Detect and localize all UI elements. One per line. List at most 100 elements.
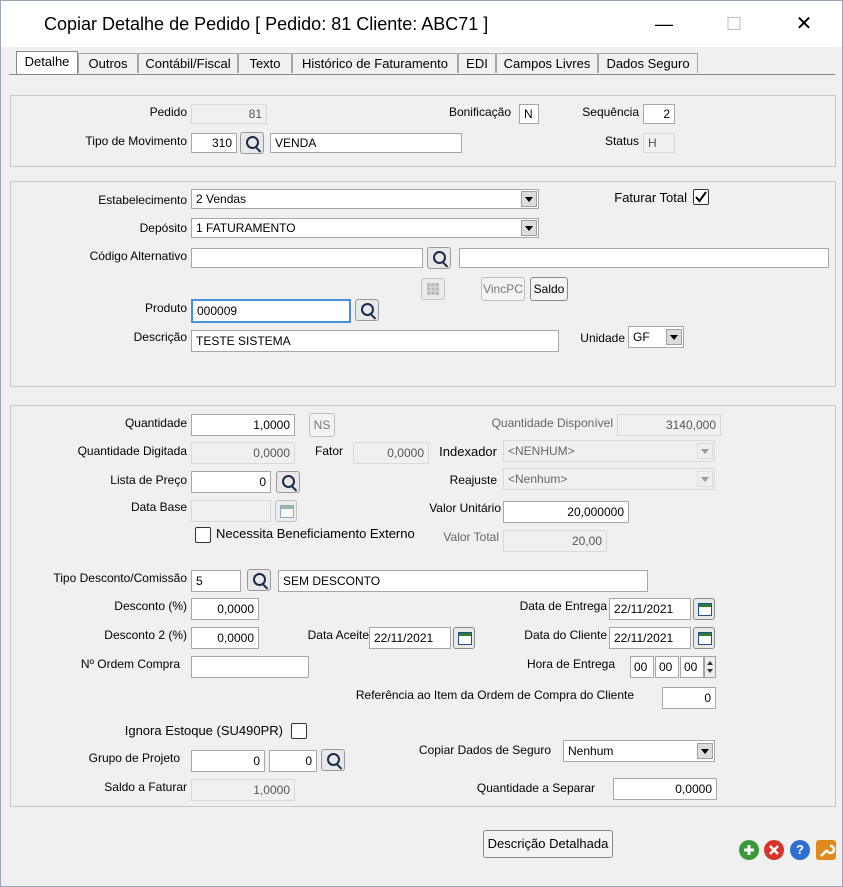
codigo-alternativo-search-button[interactable]: [427, 247, 451, 269]
grupo-projeto-input-1[interactable]: 0: [191, 750, 265, 772]
confirm-button[interactable]: [739, 840, 759, 860]
close-button[interactable]: ✕: [781, 9, 827, 39]
chevron-down-icon: [697, 743, 713, 759]
fator-field: 0,0000: [353, 442, 429, 464]
title-bar: Copiar Detalhe de Pedido [ Pedido: 81 Cl…: [1, 1, 842, 47]
fator-label: Fator: [314, 444, 343, 458]
tab-texto[interactable]: Texto: [238, 53, 292, 73]
minimize-button[interactable]: —: [641, 9, 687, 39]
cancel-button[interactable]: [764, 840, 784, 860]
hora-entrega-hour-input[interactable]: 00: [630, 656, 654, 678]
data-cliente-input[interactable]: 22/11/2021: [609, 627, 691, 649]
tab-edi[interactable]: EDI: [458, 53, 496, 73]
produto-input[interactable]: 000009: [191, 299, 351, 323]
hora-entrega-second-input[interactable]: 00: [680, 656, 704, 678]
search-icon: [282, 475, 295, 488]
grupo-projeto-input-2[interactable]: 0: [269, 750, 317, 772]
descricao-detalhada-button[interactable]: Descrição Detalhada: [483, 830, 613, 858]
quantidade-digitada-label: Quantidade Digitada: [77, 444, 187, 458]
referencia-item-input[interactable]: 0: [662, 687, 716, 709]
data-aceite-input[interactable]: 22/11/2021: [369, 627, 451, 649]
faturar-total-label: Faturar Total: [614, 190, 687, 205]
maximize-button[interactable]: ☐: [711, 9, 757, 39]
quantidade-separar-input[interactable]: 0,0000: [613, 778, 717, 800]
cancel-icon: [769, 845, 779, 855]
deposito-select[interactable]: 1 FATURAMENTO: [191, 218, 539, 238]
tab-campos-livres[interactable]: Campos Livres: [496, 53, 598, 73]
lista-preco-input[interactable]: 0: [191, 471, 271, 493]
desconto2-input[interactable]: 0,0000: [191, 627, 259, 649]
valor-total-label: Valor Total: [443, 530, 499, 544]
bonificacao-input[interactable]: N: [519, 104, 539, 124]
dialog-window: Copiar Detalhe de Pedido [ Pedido: 81 Cl…: [0, 0, 843, 887]
ignora-estoque-label: Ignora Estoque (SU490PR): [124, 723, 283, 738]
sequencia-input[interactable]: 2: [643, 104, 675, 124]
quantidade-disponivel-field: 3140,000: [617, 414, 721, 436]
pedido-field: 81: [191, 104, 267, 124]
table-icon: [427, 283, 439, 295]
unidade-select[interactable]: GF: [628, 326, 684, 348]
tools-button[interactable]: [816, 840, 836, 860]
help-icon: ?: [796, 842, 804, 857]
tab-divider: [9, 74, 835, 75]
data-entrega-calendar-button[interactable]: [693, 598, 715, 620]
saldo-button[interactable]: Saldo: [530, 277, 568, 301]
tab-detalhe[interactable]: Detalhe: [16, 51, 78, 75]
reajuste-select[interactable]: <Nenhum>: [503, 468, 715, 490]
copiar-dados-seguro-select[interactable]: Nenhum: [563, 740, 715, 762]
ordem-compra-input[interactable]: [191, 656, 309, 678]
beneficiamento-externo-label: Necessita Beneficiamento Externo: [216, 526, 415, 541]
valor-unitario-input[interactable]: 20,000000: [503, 501, 629, 523]
data-entrega-input[interactable]: 22/11/2021: [609, 598, 691, 620]
tab-dados-seguro[interactable]: Dados Seguro: [598, 53, 698, 73]
search-icon: [253, 573, 266, 586]
descricao-input[interactable]: TESTE SISTEMA: [191, 330, 559, 352]
status-field: H: [643, 133, 675, 153]
referencia-item-label: Referência ao Item da Ordem de Compra do…: [355, 688, 634, 702]
search-icon: [361, 303, 374, 316]
tab-contabil-fiscal[interactable]: Contábil/Fiscal: [138, 53, 238, 73]
estabelecimento-select[interactable]: 2 Vendas: [191, 189, 539, 209]
tipo-desconto-search-button[interactable]: [247, 569, 271, 591]
produto-search-button[interactable]: [355, 299, 379, 321]
ns-button[interactable]: NS: [309, 413, 335, 437]
quantidade-input[interactable]: 1,0000: [191, 414, 295, 436]
grid-button[interactable]: [421, 278, 445, 300]
tipo-movimento-code-input[interactable]: 310: [191, 133, 237, 153]
data-cliente-calendar-button[interactable]: [693, 627, 715, 649]
spinner-arrows-icon: [707, 661, 713, 673]
grupo-projeto-search-button[interactable]: [321, 749, 345, 771]
chevron-down-icon: [521, 220, 537, 236]
hora-entrega-spinner[interactable]: [704, 656, 716, 678]
search-icon: [433, 251, 446, 264]
tipo-movimento-search-button[interactable]: [240, 132, 264, 154]
vincpc-button[interactable]: VincPC: [481, 277, 525, 301]
lista-preco-search-button[interactable]: [276, 471, 300, 493]
hora-entrega-minute-input[interactable]: 00: [655, 656, 679, 678]
tipo-movimento-desc-field[interactable]: VENDA: [270, 133, 462, 153]
beneficiamento-externo-checkbox[interactable]: [195, 527, 211, 543]
estabelecimento-label: Estabelecimento: [98, 193, 187, 207]
tab-outros[interactable]: Outros: [78, 53, 138, 73]
tipo-desconto-desc-field[interactable]: SEM DESCONTO: [278, 570, 648, 592]
codigo-alternativo-desc-field[interactable]: [459, 248, 829, 268]
saldo-faturar-label: Saldo a Faturar: [104, 780, 187, 794]
faturar-total-checkbox[interactable]: [693, 189, 709, 205]
tab-historico-faturamento[interactable]: Histórico de Faturamento: [292, 53, 458, 73]
check-icon: [695, 191, 707, 203]
chevron-down-icon: [697, 471, 713, 487]
bonificacao-label: Bonificação: [448, 105, 511, 119]
ignora-estoque-checkbox[interactable]: [291, 723, 307, 739]
quantidade-disponivel-label: Quantidade Disponível: [491, 416, 613, 430]
desconto-input[interactable]: 0,0000: [191, 598, 259, 620]
codigo-alternativo-input[interactable]: [191, 248, 423, 268]
tipo-desconto-label: Tipo Desconto/Comissão: [53, 571, 187, 585]
data-base-field: [191, 500, 271, 522]
chevron-down-icon: [697, 443, 713, 459]
data-base-calendar-button[interactable]: [275, 500, 297, 522]
deposito-label: Depósito: [139, 221, 187, 235]
tipo-desconto-code-input[interactable]: 5: [191, 570, 241, 592]
indexador-select[interactable]: <NENHUM>: [503, 440, 715, 462]
help-button[interactable]: ?: [790, 840, 810, 860]
hora-entrega-label: Hora de Entrega: [526, 657, 615, 671]
